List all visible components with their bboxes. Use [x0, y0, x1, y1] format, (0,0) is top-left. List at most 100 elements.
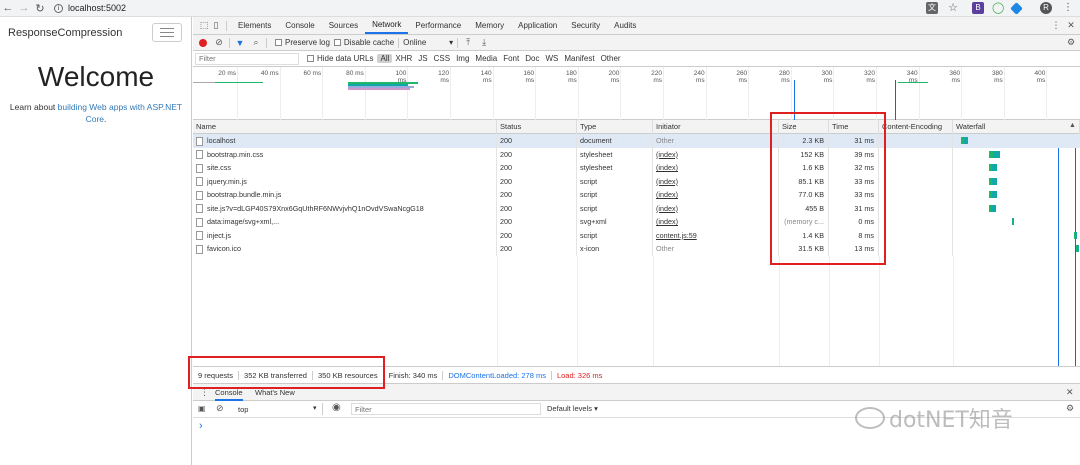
cell-initiator-text[interactable]: (index) [656, 150, 678, 159]
table-row[interactable]: site.css 200 stylesheet (index) 1.6 KB 32 ms [193, 161, 1080, 175]
table-row[interactable]: data:image/svg+xml,... 200 svg+xml (index)(… [193, 215, 1080, 229]
close-drawer-icon[interactable]: ✕ [1066, 387, 1074, 398]
request-name[interactable]: site.css [207, 163, 231, 172]
device-toolbar-icon[interactable]: ▯ [210, 20, 222, 31]
disable-cache-checkbox[interactable] [333, 39, 341, 46]
column-initiator[interactable]: Initiator [653, 120, 779, 134]
throttle-select[interactable]: Online ▾ [403, 38, 453, 47]
tab-application[interactable]: Application [511, 17, 564, 34]
cell-encoding [879, 161, 953, 175]
console-settings-icon[interactable]: ⚙ [1066, 403, 1074, 414]
devtools-menu-icon[interactable]: ⋮ [1050, 20, 1062, 31]
filter-type-img[interactable]: Img [453, 54, 472, 63]
tab-sources[interactable]: Sources [322, 17, 365, 34]
request-name[interactable]: jquery.min.js [207, 177, 247, 186]
filter-type-css[interactable]: CSS [431, 54, 453, 63]
table-row[interactable]: bootstrap.bundle.min.js 200 script (index) 7… [193, 188, 1080, 202]
cell-initiator-text[interactable]: (index) [656, 163, 678, 172]
clear-console-icon[interactable]: ⊘ [216, 403, 224, 414]
request-name[interactable]: inject.js [207, 231, 231, 240]
clear-icon[interactable]: ⊘ [213, 37, 225, 48]
tab-network[interactable]: Network [365, 17, 409, 34]
tick-label: 60 ms [303, 70, 322, 77]
column-name[interactable]: Name [193, 120, 497, 134]
import-har-icon[interactable]: ⤒ [462, 37, 474, 48]
cell-initiator-text[interactable]: (index) [656, 190, 678, 199]
forward-icon[interactable]: → [16, 2, 32, 14]
context-select[interactable]: top ▾ [233, 403, 323, 415]
console-prompt[interactable]: › [199, 420, 203, 432]
close-devtools-icon[interactable]: ✕ [1065, 20, 1077, 31]
tab-audits[interactable]: Audits [607, 17, 643, 34]
filter-input[interactable] [195, 52, 299, 65]
request-name[interactable]: data:image/svg+xml,... [207, 217, 279, 226]
extension-leaf-icon[interactable]: ◯ [992, 2, 1004, 14]
table-row[interactable]: bootstrap.min.css 200 stylesheet (index) 152… [193, 147, 1080, 161]
drawer-tab-console[interactable]: Console [215, 388, 243, 401]
cell-initiator-text[interactable]: (index) [656, 177, 678, 186]
address-bar[interactable]: i localhost:5002 [54, 3, 126, 13]
filter-type-doc[interactable]: Doc [522, 54, 542, 63]
search-icon[interactable]: ⌕ [250, 37, 262, 48]
divider [266, 37, 267, 48]
table-row[interactable]: favicon.ico 200 x-icon Other 31.5 KB 13 ms [193, 242, 1080, 256]
preserve-log-checkbox[interactable] [275, 39, 282, 46]
cell-initiator-text[interactable]: content.js:59 [656, 231, 697, 240]
avatar[interactable]: R [1040, 2, 1052, 14]
column-status[interactable]: Status [497, 120, 577, 134]
console-sidebar-icon[interactable]: ▣ [198, 404, 206, 413]
cell-initiator-text[interactable]: (index) [656, 217, 678, 226]
column-type[interactable]: Type [577, 120, 653, 134]
info-icon[interactable]: i [54, 3, 63, 13]
column-waterfall[interactable]: Waterfall [953, 120, 1080, 134]
filter-type-xhr[interactable]: XHR [392, 54, 415, 63]
back-icon[interactable]: ← [0, 2, 16, 14]
request-name[interactable]: site.js?v=dLGP40S79Xnx6GqUthRF6NWvjvhQ1n… [207, 204, 424, 213]
filter-type-all[interactable]: All [377, 54, 393, 63]
network-overview[interactable]: 20 ms 40 ms 60 ms 80 ms 100 ms 120 ms 140 ms 16… [193, 67, 1080, 120]
network-settings-icon[interactable]: ⚙ [1065, 37, 1077, 48]
tab-console[interactable]: Console [278, 17, 321, 34]
app-title[interactable]: ResponseCompression [8, 27, 122, 39]
table-row[interactable]: jquery.min.js 200 script (index) 85.1 KB 33 m… [193, 174, 1080, 188]
eye-icon[interactable]: ◉ [332, 402, 341, 413]
log-levels-select[interactable]: Default levels ▾ [547, 404, 598, 413]
cell-type-text: x-icon [580, 244, 600, 253]
filter-type-media[interactable]: Media [472, 54, 500, 63]
filter-type-font[interactable]: Font [500, 54, 522, 63]
cell-type-text: script [580, 176, 598, 186]
inspect-element-icon[interactable]: ⬚ [198, 20, 210, 31]
hide-data-urls-checkbox[interactable] [307, 55, 314, 62]
filter-type-ws[interactable]: WS [542, 54, 561, 63]
table-row[interactable]: site.js?v=dLGP40S79Xnx6GqUthRF6NWvjvhQ1n… [193, 201, 1080, 215]
console-filter-input[interactable] [351, 403, 541, 415]
table-row[interactable]: inject.js 200 script content.js:59 1.4 KB 8 m… [193, 228, 1080, 242]
translate-icon[interactable]: 文 [926, 2, 938, 14]
navbar-toggle-button[interactable] [152, 23, 182, 42]
star-icon[interactable]: ☆ [947, 2, 959, 14]
filter-type-manifest[interactable]: Manifest [561, 54, 597, 63]
docs-link[interactable]: building Web apps with ASP.NET Core [58, 102, 182, 124]
tab-elements[interactable]: Elements [231, 17, 278, 34]
request-name[interactable]: bootstrap.min.css [207, 150, 263, 159]
tab-security[interactable]: Security [564, 17, 607, 34]
extension-tag-icon[interactable] [1010, 2, 1023, 15]
filter-type-other[interactable]: Other [598, 54, 624, 63]
filter-type-js[interactable]: JS [415, 54, 430, 63]
file-icon [196, 136, 203, 146]
filter-funnel-icon[interactable]: ▼ [234, 38, 246, 48]
extension-b-icon[interactable]: B [972, 2, 984, 14]
drawer-tab-whats-new[interactable]: What's New [255, 388, 295, 397]
table-row[interactable]: localhost 200 document Other 2.3 KB 31 ms [193, 134, 1080, 148]
reload-icon[interactable]: ↻ [32, 2, 48, 15]
request-name[interactable]: localhost [207, 136, 235, 145]
cell-initiator-text[interactable]: (index) [656, 204, 678, 213]
record-icon[interactable] [199, 38, 207, 47]
request-name[interactable]: favicon.ico [207, 244, 241, 253]
menu-kebab-icon[interactable]: ⋮ [1062, 2, 1074, 14]
request-name[interactable]: bootstrap.bundle.min.js [207, 190, 281, 199]
tab-memory[interactable]: Memory [468, 17, 511, 34]
column-content-encoding[interactable]: Content-Encoding [879, 120, 953, 134]
tab-performance[interactable]: Performance [408, 17, 468, 34]
export-har-icon[interactable]: ⤓ [478, 37, 490, 48]
